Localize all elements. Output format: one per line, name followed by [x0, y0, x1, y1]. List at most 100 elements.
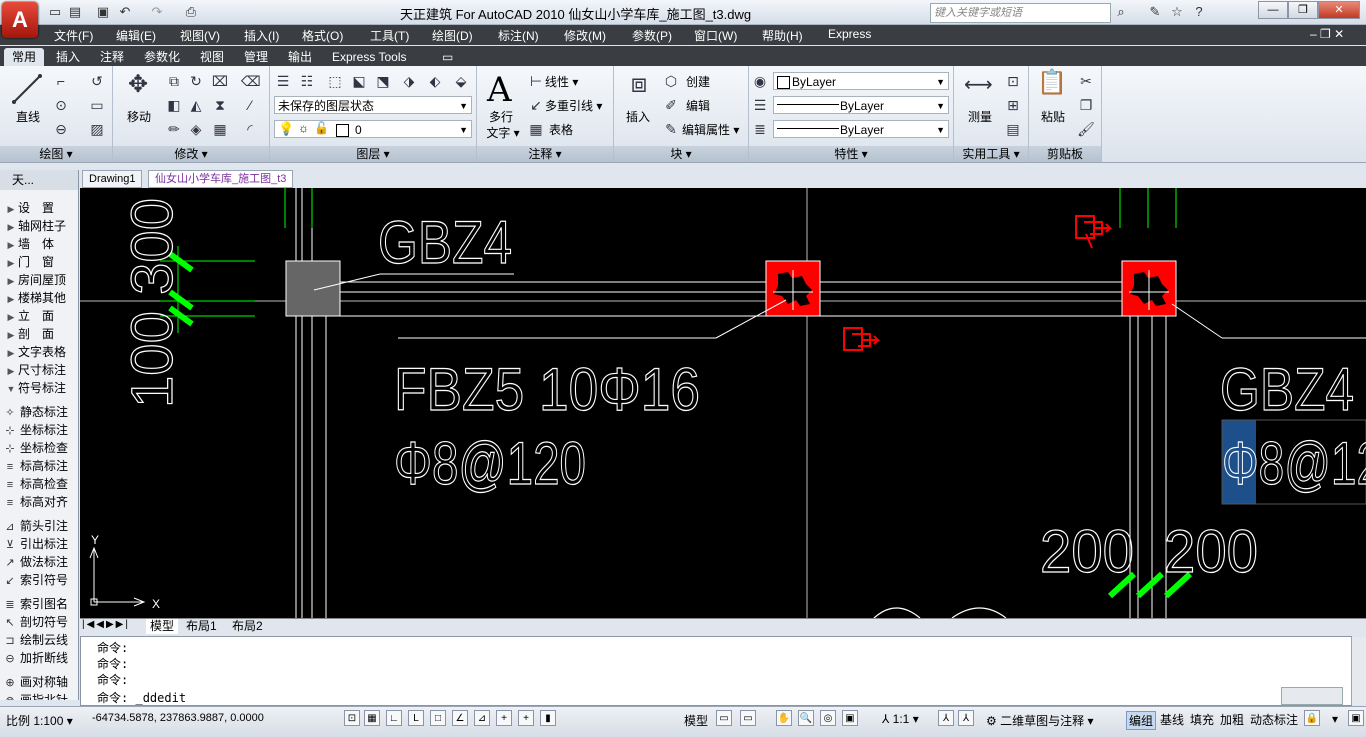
palette-item-15[interactable]: ≡ 标高检查: [0, 475, 78, 493]
palette-item-19[interactable]: ↗ 做法标注: [0, 553, 78, 571]
toggle-baseline[interactable]: 基线: [1158, 711, 1186, 728]
mleader-icon[interactable]: ↙: [527, 96, 545, 114]
edit-block-button[interactable]: 编辑: [686, 97, 710, 114]
circle-icon[interactable]: ⊙: [52, 96, 70, 114]
lineweight-select[interactable]: ByLayer ▼: [773, 120, 949, 138]
line-button[interactable]: 直线: [8, 108, 48, 125]
polyline-icon[interactable]: ⌐: [52, 72, 70, 90]
ribbon-tab-2[interactable]: 注释: [92, 48, 132, 66]
palette-item-16[interactable]: ≡ 标高对齐: [0, 493, 78, 511]
lweight-icon[interactable]: ▮: [540, 710, 556, 726]
layout-icon[interactable]: ▭: [716, 710, 732, 726]
palette-item-23[interactable]: ⊐ 绘制云线: [0, 631, 78, 649]
panel-block-title[interactable]: 块 ▾: [614, 146, 748, 162]
panel-modify-title[interactable]: 修改 ▾: [113, 146, 269, 162]
edit-attr-icon[interactable]: ✎: [662, 120, 680, 138]
help-icon[interactable]: ?: [1190, 3, 1208, 21]
ribbon-tab-5[interactable]: 管理: [236, 48, 276, 66]
binoculars-icon[interactable]: ⌕: [1112, 3, 1130, 21]
arc-icon[interactable]: ↺: [88, 72, 106, 90]
paste-button[interactable]: 粘贴: [1035, 108, 1071, 125]
status-menu-arrow[interactable]: ▾: [1332, 712, 1338, 726]
toggle-fill[interactable]: 填充: [1188, 711, 1216, 728]
fillet-icon[interactable]: ✏: [165, 120, 183, 138]
polar-icon[interactable]: □: [430, 710, 446, 726]
palette-item-20[interactable]: ↙ 索引符号: [0, 571, 78, 589]
layer-match-icon[interactable]: ⬚: [326, 72, 344, 90]
erase-icon[interactable]: ⌫: [241, 72, 261, 90]
layer-state-select[interactable]: 未保存的图层状态 ▼: [274, 96, 472, 114]
menu-item-3[interactable]: 插入(I): [244, 27, 279, 44]
pan-icon[interactable]: ✋: [776, 710, 792, 726]
palette-item-25[interactable]: ⊕ 画对称轴: [0, 673, 78, 691]
menu-item-2[interactable]: 视图(V): [180, 27, 220, 44]
new-icon[interactable]: ▭: [46, 3, 64, 21]
print-icon[interactable]: ⎙: [182, 3, 200, 21]
panel-properties-title[interactable]: 特性 ▾: [749, 146, 953, 162]
layout-tab-0[interactable]: 模型: [146, 619, 179, 634]
menu-item-10[interactable]: 窗口(W): [694, 27, 737, 44]
hatch-icon[interactable]: ▨: [88, 120, 106, 138]
palette-item-9[interactable]: ▶ 尺寸标注: [0, 361, 78, 379]
palette-item-17[interactable]: ⊿ 箭头引注: [0, 517, 78, 535]
mleader-button[interactable]: 多重引线 ▾: [545, 97, 602, 114]
stretch-icon[interactable]: ◧: [165, 96, 183, 114]
layout-icon-2[interactable]: ▭: [740, 710, 756, 726]
measure-button[interactable]: 测量: [962, 108, 998, 125]
annotation-visibility-icon[interactable]: ⅄: [938, 710, 954, 726]
layout-tab-1[interactable]: 布局1: [186, 619, 217, 634]
toggle-bold[interactable]: 加粗: [1218, 711, 1246, 728]
app-menu-button[interactable]: A: [2, 2, 38, 38]
showmotion-icon[interactable]: ▣: [842, 710, 858, 726]
dyn-icon[interactable]: +: [518, 710, 534, 726]
rotate-icon[interactable]: ↻: [187, 72, 205, 90]
measure-icon[interactable]: ⟷: [964, 75, 993, 100]
scale-indicator[interactable]: 比例 1:100 ▾: [6, 712, 73, 729]
undo-icon[interactable]: ↶: [116, 3, 134, 21]
palette-item-8[interactable]: ▶ 文字表格: [0, 343, 78, 361]
color-select[interactable]: ByLayer ▼: [773, 72, 949, 90]
explode-icon[interactable]: ⁄: [241, 96, 259, 114]
panel-annotation-title[interactable]: 注释 ▾: [477, 146, 613, 162]
trim-icon[interactable]: ⌧: [211, 72, 229, 90]
palette-item-24[interactable]: ⊖ 加折断线: [0, 649, 78, 667]
key-icon[interactable]: ✎: [1146, 3, 1164, 21]
drawing-canvas[interactable]: GBZ4 FBZ5 10Φ16 Φ8@120 GBZ4 Φ8@12 100 30…: [80, 188, 1366, 618]
ribbon-tab-6[interactable]: 输出: [280, 48, 320, 66]
menu-item-0[interactable]: 文件(F): [54, 27, 93, 44]
select-all-icon[interactable]: ⊞: [1004, 96, 1022, 114]
layout-nav-arrows[interactable]: |◀◀▶▶|: [82, 619, 130, 630]
auto-scale-icon[interactable]: ⅄: [958, 710, 974, 726]
copy-icon[interactable]: ⧉: [165, 72, 183, 90]
mtext-label-2[interactable]: 文字 ▾: [483, 124, 523, 141]
calculator-icon[interactable]: ▤: [1004, 120, 1022, 138]
palette-item-6[interactable]: ▶ 立 面: [0, 307, 78, 325]
model-space-button[interactable]: 模型: [684, 712, 708, 729]
grid-icon[interactable]: ∟: [386, 710, 402, 726]
color-wheel-icon[interactable]: ◉: [751, 72, 769, 90]
line-icon[interactable]: [10, 72, 44, 106]
workspace-switcher[interactable]: ⚙ 二维草图与注释 ▾: [986, 712, 1093, 729]
command-prompt[interactable]: 命令: _ddedit: [97, 689, 186, 706]
quick-select-icon[interactable]: ⊡: [1004, 72, 1022, 90]
match-props-icon[interactable]: 🖌: [1077, 120, 1095, 138]
palette-item-3[interactable]: ▶ 门 窗: [0, 253, 78, 271]
array-rect-icon[interactable]: ▦: [211, 120, 229, 138]
layer-off-icon[interactable]: ⬗: [400, 72, 418, 90]
command-vscroll[interactable]: [1351, 637, 1366, 705]
move-button[interactable]: 移动: [119, 108, 159, 125]
linetype-icon[interactable]: ☰: [751, 96, 769, 114]
layer-lock-icon[interactable]: ⬙: [452, 72, 470, 90]
layout-tab-2[interactable]: 布局2: [232, 619, 263, 634]
ribbon-tab-0[interactable]: 常用: [4, 48, 45, 66]
ribbon-tab-1[interactable]: 插入: [48, 48, 88, 66]
palette-item-12[interactable]: ⊹ 坐标标注: [0, 421, 78, 439]
layer-props-icon[interactable]: ☰: [274, 72, 292, 90]
otrack-icon[interactable]: ⊿: [474, 710, 490, 726]
ellipse-icon[interactable]: ⊖: [52, 120, 70, 138]
move-icon[interactable]: ✥: [125, 73, 151, 102]
command-hscroll[interactable]: [1281, 687, 1343, 705]
ortho-icon[interactable]: L: [408, 710, 424, 726]
cut-icon[interactable]: ✂: [1077, 72, 1095, 90]
menu-item-7[interactable]: 标注(N): [498, 27, 539, 44]
